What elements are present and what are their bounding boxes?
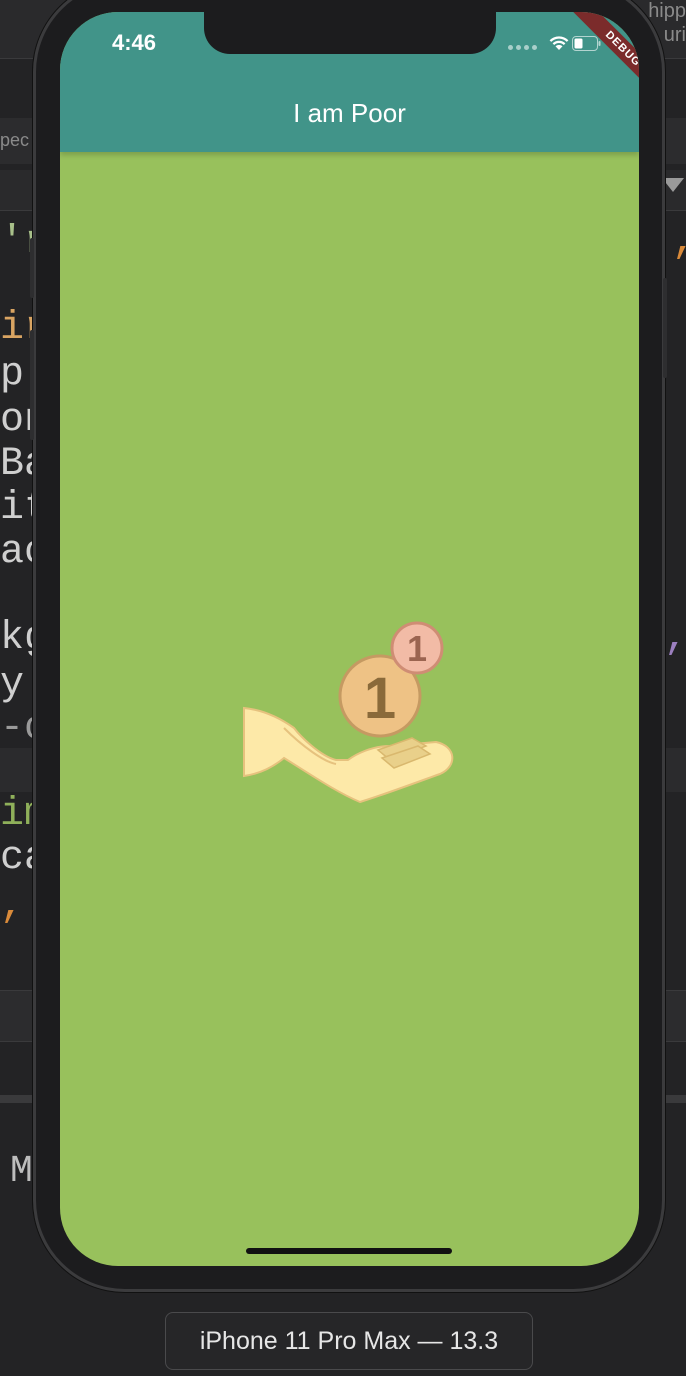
power-button <box>663 278 667 378</box>
device-label: iPhone 11 Pro Max — 13.3 <box>165 1312 533 1370</box>
wifi-icon <box>549 36 569 50</box>
ide-bottom-text: M <box>10 1150 33 1193</box>
home-indicator[interactable] <box>246 1248 452 1254</box>
signal-icon <box>508 39 540 57</box>
phone-screen: 4:46 I am Poor DEBUG 1 1 <box>60 12 639 1266</box>
volume-up-button <box>30 330 34 440</box>
ide-top-text-2: uri <box>663 24 686 46</box>
mute-switch <box>30 238 34 298</box>
filter-icon[interactable] <box>662 178 684 192</box>
hand-coins-image: 1 1 <box>243 621 454 804</box>
ide-top-text: hipp <box>648 0 686 22</box>
ide-tab-text: pec <box>0 130 30 150</box>
phone-notch <box>204 12 496 54</box>
battery-icon <box>572 36 601 51</box>
code-line: , <box>0 884 25 929</box>
status-icons <box>508 34 601 57</box>
coin-small-label: 1 <box>407 628 427 669</box>
app-bar-title: I am Poor <box>293 98 406 128</box>
code-line: p <box>0 352 25 397</box>
status-time: 4:46 <box>112 30 157 55</box>
coin-large-label: 1 <box>364 666 396 731</box>
